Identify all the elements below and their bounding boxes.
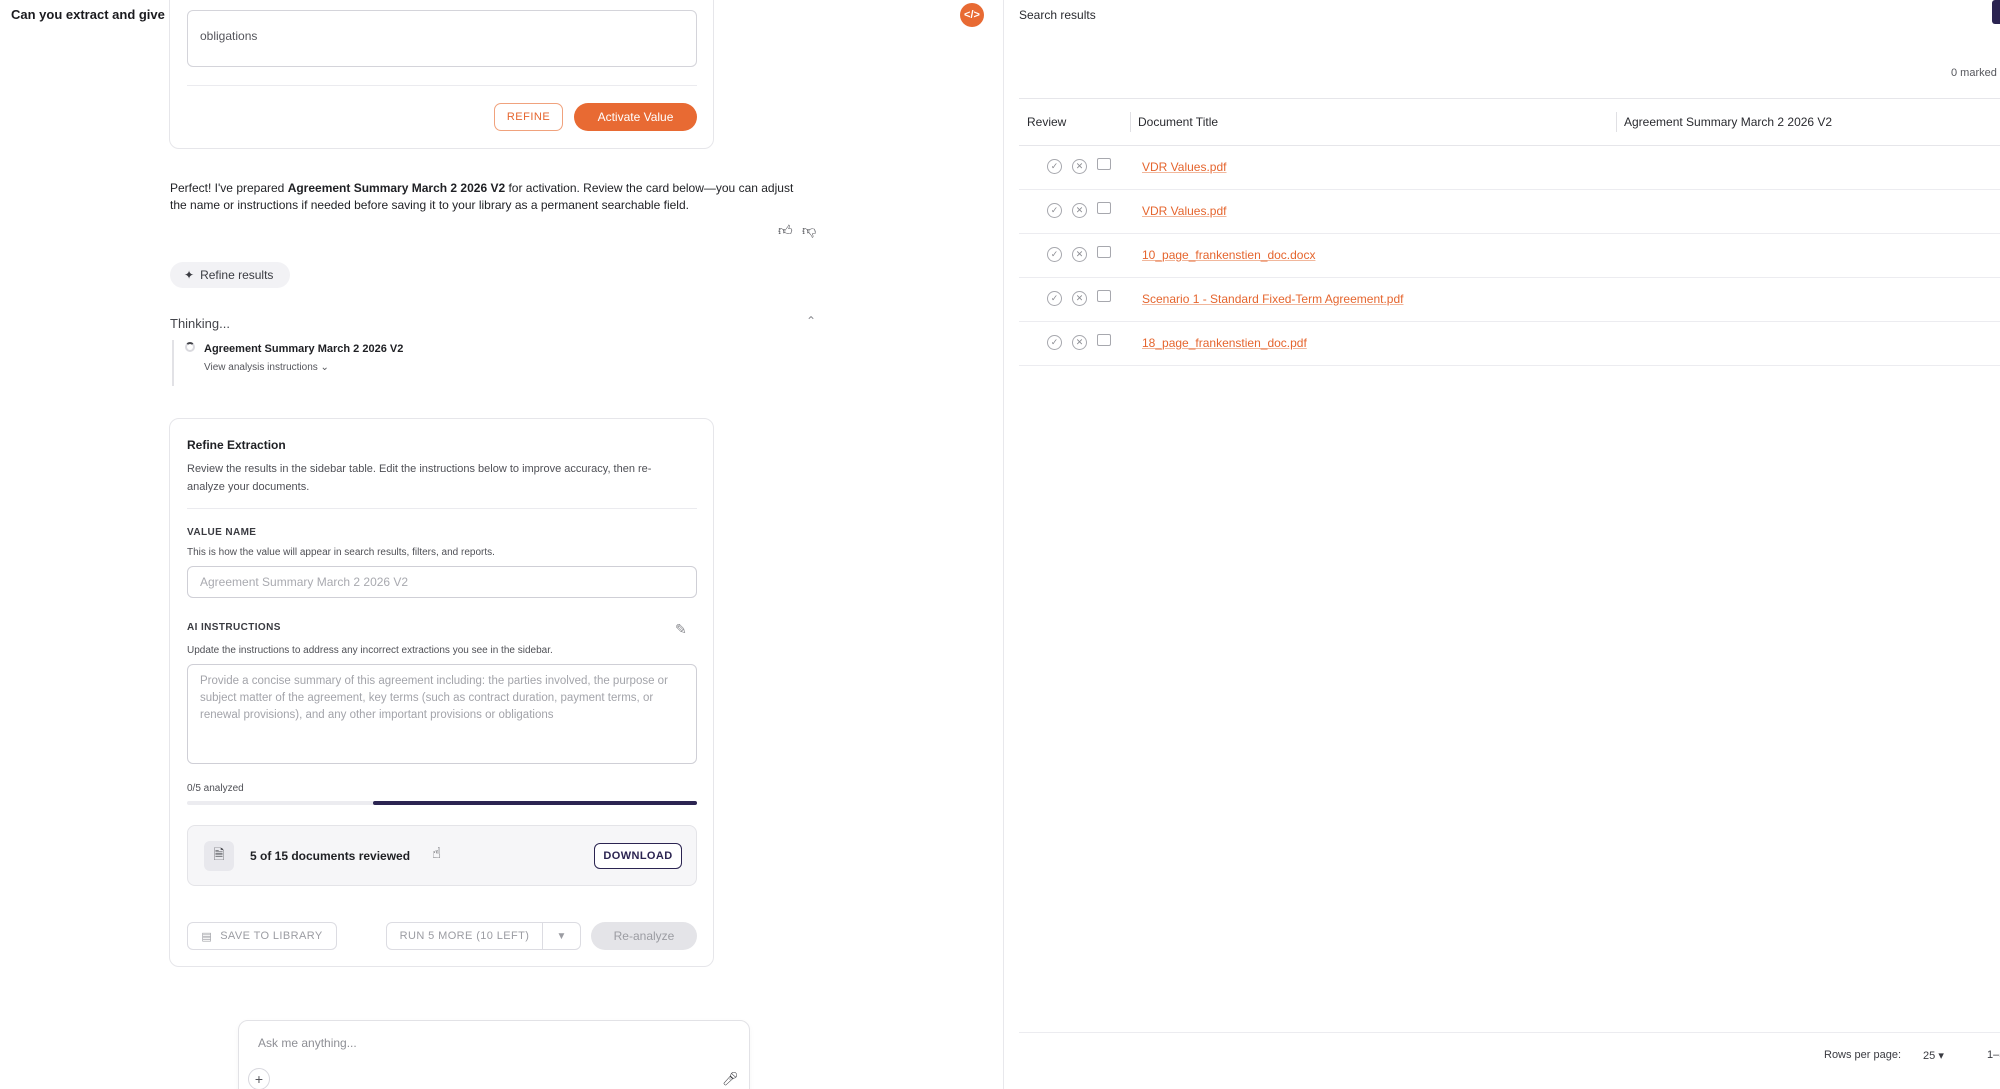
column-separator [1130,112,1131,132]
magic-wand-icon[interactable]: ✎ [675,621,687,638]
divider [187,85,697,86]
marked-count: 0 marked [1951,67,1997,79]
chevron-up-icon[interactable]: ⌃ [806,314,816,328]
run-more-dropdown[interactable]: ▼ [542,922,581,950]
comment-icon[interactable] [1097,334,1111,346]
table-row[interactable]: ✓ ✕ 18_page_frankenstien_doc.pdf [1019,322,2000,366]
table-row[interactable]: ✓ ✕ VDR Values.pdf [1019,190,2000,234]
save-icon: ▤ [201,930,213,943]
view-analysis-instructions-link[interactable]: View analysis instructions ⌄ [204,362,329,373]
reject-icon[interactable]: ✕ [1072,291,1087,306]
loading-spinner-icon [185,342,195,352]
microphone-icon[interactable]: 🎤︎ [722,1071,739,1087]
refine-card-description: Review the results in the sidebar table.… [187,463,652,493]
table-row[interactable]: ✓ ✕ 10_page_frankenstien_doc.docx [1019,234,2000,278]
reject-icon[interactable]: ✕ [1072,247,1087,262]
run-more-button[interactable]: RUN 5 MORE (10 LEFT) [386,922,543,950]
approve-icon[interactable]: ✓ [1047,335,1062,350]
refine-results-button[interactable]: ✦ Refine results [170,262,290,288]
refine-button[interactable]: REFINE [494,103,563,131]
rows-per-page-label: Rows per page: [1824,1049,1902,1061]
caret-down-icon: ▾ [1938,1050,1944,1062]
document-link[interactable]: VDR Values.pdf [1142,204,1227,218]
sparkle-icon: ✦ [184,268,195,282]
table-footer-border [1019,1032,2000,1033]
ai-instructions-label: AI INSTRUCTIONS [187,622,281,633]
document-link[interactable]: Scenario 1 - Standard Fixed-Term Agreeme… [1142,292,1403,306]
progress-fill [373,801,697,805]
reject-icon[interactable]: ✕ [1072,159,1087,174]
save-to-library-button[interactable]: ▤ SAVE TO LIBRARY [187,922,337,950]
activate-value-button[interactable]: Activate Value [574,103,697,131]
rows-per-page-select[interactable]: 25 ▾ [1923,1049,1944,1062]
column-header-agreement-summary[interactable]: Agreement Summary March 2 2026 V2 [1624,115,1832,129]
chevron-down-icon: ⌄ [320,362,329,373]
column-header-document-title[interactable]: Document Title [1138,115,1218,129]
search-results-title: Search results [1019,8,1096,22]
comment-icon[interactable] [1097,290,1111,302]
refine-card-title: Refine Extraction [187,438,286,452]
code-view-button[interactable]: </> [960,3,984,27]
document-link[interactable]: VDR Values.pdf [1142,160,1227,174]
table-row[interactable]: ✓ ✕ VDR Values.pdf [1019,146,2000,190]
thinking-label: Thinking... [170,316,230,331]
value-name-hint: This is how the value will appear in sea… [187,547,495,558]
comment-icon[interactable] [1097,246,1111,258]
thumbs-up-icon[interactable]: 👍︎ [778,222,793,239]
reject-icon[interactable]: ✕ [1072,203,1087,218]
document-icon: 🗎︎ [204,841,234,871]
approve-icon[interactable]: ✓ [1047,291,1062,306]
value-name-highlight: Agreement Summary March 2 2026 V2 [287,181,506,195]
column-header-review[interactable]: Review [1027,115,1066,129]
thinking-step-title: Agreement Summary March 2 2026 V2 [204,343,404,355]
column-separator [1616,112,1617,132]
download-button[interactable]: DOWNLOAD [594,843,682,869]
search-results-panel: Search results 0 marked Review Document … [1005,0,2000,1089]
progress-label: 0/5 analyzed [187,783,244,794]
comment-icon[interactable] [1097,158,1111,170]
add-attachment-button[interactable]: + [248,1068,270,1089]
pointer-hand-icon: ☝︎ [432,845,442,862]
ai-instructions-textarea[interactable]: Provide a concise summary of this agreem… [187,664,697,764]
document-link[interactable]: 10_page_frankenstien_doc.docx [1142,248,1315,262]
pagination-range: 1–5 [1987,1049,2000,1061]
thinking-timeline [172,340,174,386]
reject-icon[interactable]: ✕ [1072,335,1087,350]
reanalyze-button[interactable]: Re-analyze [591,922,697,950]
approve-icon[interactable]: ✓ [1047,159,1062,174]
assistant-message: Perfect! I've prepared Agreement Summary… [170,181,794,212]
chat-input-box[interactable] [238,1020,750,1089]
caret-down-icon: ▼ [556,930,567,942]
panel-toggle-button[interactable] [1992,0,2000,24]
value-name-label: VALUE NAME [187,527,257,538]
divider [187,508,697,509]
approve-icon[interactable]: ✓ [1047,247,1062,262]
ai-instructions-hint: Update the instructions to address any i… [187,645,553,656]
document-link[interactable]: 18_page_frankenstien_doc.pdf [1142,336,1307,350]
chat-input[interactable]: Ask me anything... [258,1036,357,1050]
code-icon: </> [964,9,980,21]
thumbs-down-icon[interactable]: 👎︎ [802,222,816,239]
instructions-textarea-previous[interactable]: obligations [187,10,697,67]
value-name-input[interactable]: Agreement Summary March 2 2026 V2 [187,566,697,598]
documents-reviewed-text: 5 of 15 documents reviewed [250,849,411,863]
approve-icon[interactable]: ✓ [1047,203,1062,218]
table-row[interactable]: ✓ ✕ Scenario 1 - Standard Fixed-Term Agr… [1019,278,2000,322]
comment-icon[interactable] [1097,202,1111,214]
chat-panel: Can you extract and give me a summary fo… [0,0,1004,1089]
table-top-border [1019,98,2000,99]
